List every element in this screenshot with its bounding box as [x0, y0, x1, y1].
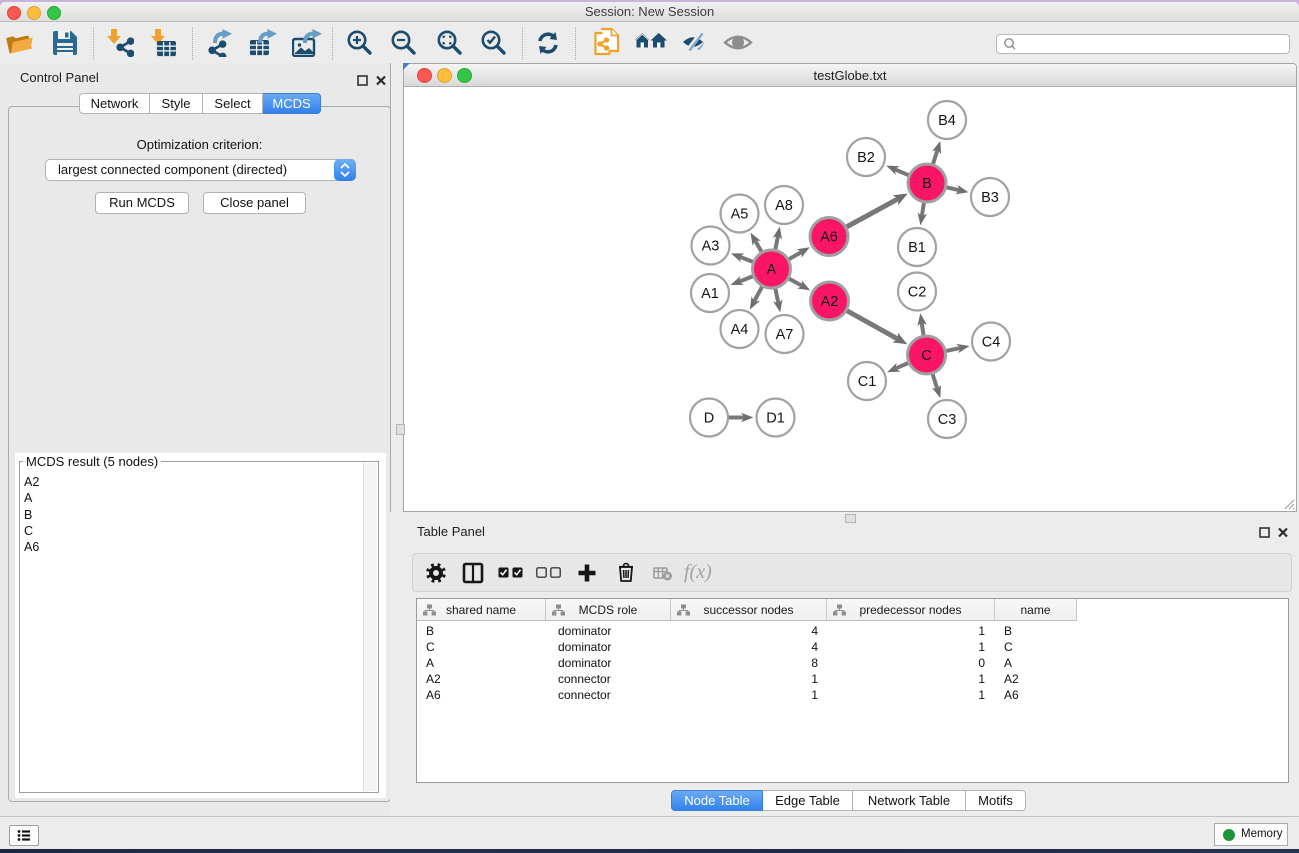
svg-text:B: B — [922, 176, 932, 192]
svg-text:A6: A6 — [820, 230, 838, 246]
svg-text:A1: A1 — [701, 286, 719, 302]
svg-text:C2: C2 — [908, 285, 927, 301]
svg-text:B3: B3 — [981, 190, 999, 206]
svg-text:A3: A3 — [702, 239, 720, 255]
svg-text:A2: A2 — [821, 294, 839, 310]
svg-text:A8: A8 — [775, 198, 793, 214]
svg-text:C3: C3 — [938, 412, 957, 428]
svg-text:C: C — [921, 348, 931, 364]
svg-text:B2: B2 — [857, 150, 875, 166]
svg-text:A7: A7 — [776, 327, 794, 343]
svg-text:A4: A4 — [731, 322, 749, 338]
svg-text:B1: B1 — [908, 240, 926, 256]
svg-text:C1: C1 — [858, 374, 877, 390]
svg-text:B4: B4 — [938, 113, 956, 129]
svg-text:D: D — [704, 411, 714, 427]
svg-text:A: A — [767, 262, 777, 278]
svg-text:A5: A5 — [731, 207, 749, 223]
svg-text:C4: C4 — [982, 335, 1001, 351]
svg-text:D1: D1 — [766, 411, 785, 427]
